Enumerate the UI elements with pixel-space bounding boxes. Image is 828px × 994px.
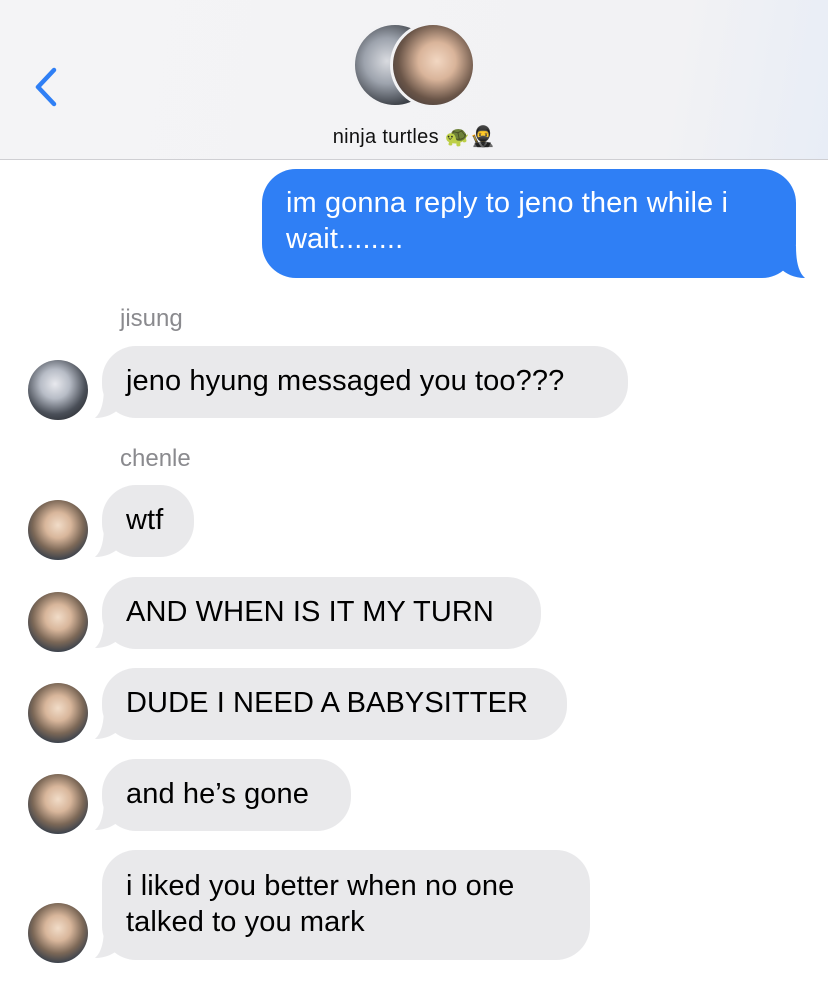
message-text: jeno hyung messaged you too??? <box>126 365 565 397</box>
outgoing-message-bubble[interactable]: im gonna reply to jeno then while i wait… <box>262 169 796 278</box>
incoming-message-bubble[interactable]: wtf <box>102 485 194 557</box>
incoming-message-bubble[interactable]: jeno hyung messaged you too??? <box>102 346 628 418</box>
avatar[interactable] <box>28 683 88 743</box>
incoming-message-bubble[interactable]: i liked you better when no one talked to… <box>102 850 590 960</box>
incoming-message-bubble[interactable]: AND WHEN IS IT MY TURN <box>102 577 541 649</box>
incoming-message-bubble[interactable]: and he’s gone <box>102 759 351 831</box>
group-name-label: ninja turtles <box>332 126 439 148</box>
message-text: im gonna reply to jeno then while i wait… <box>286 187 728 255</box>
message-text: DUDE I NEED A BABYSITTER <box>126 687 529 719</box>
incoming-message-bubble[interactable]: DUDE I NEED A BABYSITTER <box>102 668 567 740</box>
avatar[interactable] <box>28 903 88 963</box>
avatar[interactable] <box>28 592 88 652</box>
sender-name: chenle <box>120 445 191 472</box>
group-avatar-stack[interactable] <box>352 22 476 108</box>
avatar[interactable] <box>28 774 88 834</box>
message-text: wtf <box>126 504 164 536</box>
chevron-left-icon <box>35 67 57 107</box>
turtle-ninja-emoji: 🐢🥷 <box>444 124 496 148</box>
group-title[interactable]: ninja turtles 🐢🥷 <box>0 124 828 149</box>
message-text: i liked you better when no one talked to… <box>126 870 515 938</box>
bubble-tail <box>780 246 805 278</box>
group-member-avatar <box>390 22 476 108</box>
message-text: and he’s gone <box>126 778 309 810</box>
sender-name: jisung <box>120 305 183 332</box>
back-button[interactable] <box>28 62 68 112</box>
avatar[interactable] <box>28 360 88 420</box>
avatar[interactable] <box>28 500 88 560</box>
conversation-header: ninja turtles 🐢🥷 <box>0 0 828 160</box>
message-text: AND WHEN IS IT MY TURN <box>126 596 494 628</box>
